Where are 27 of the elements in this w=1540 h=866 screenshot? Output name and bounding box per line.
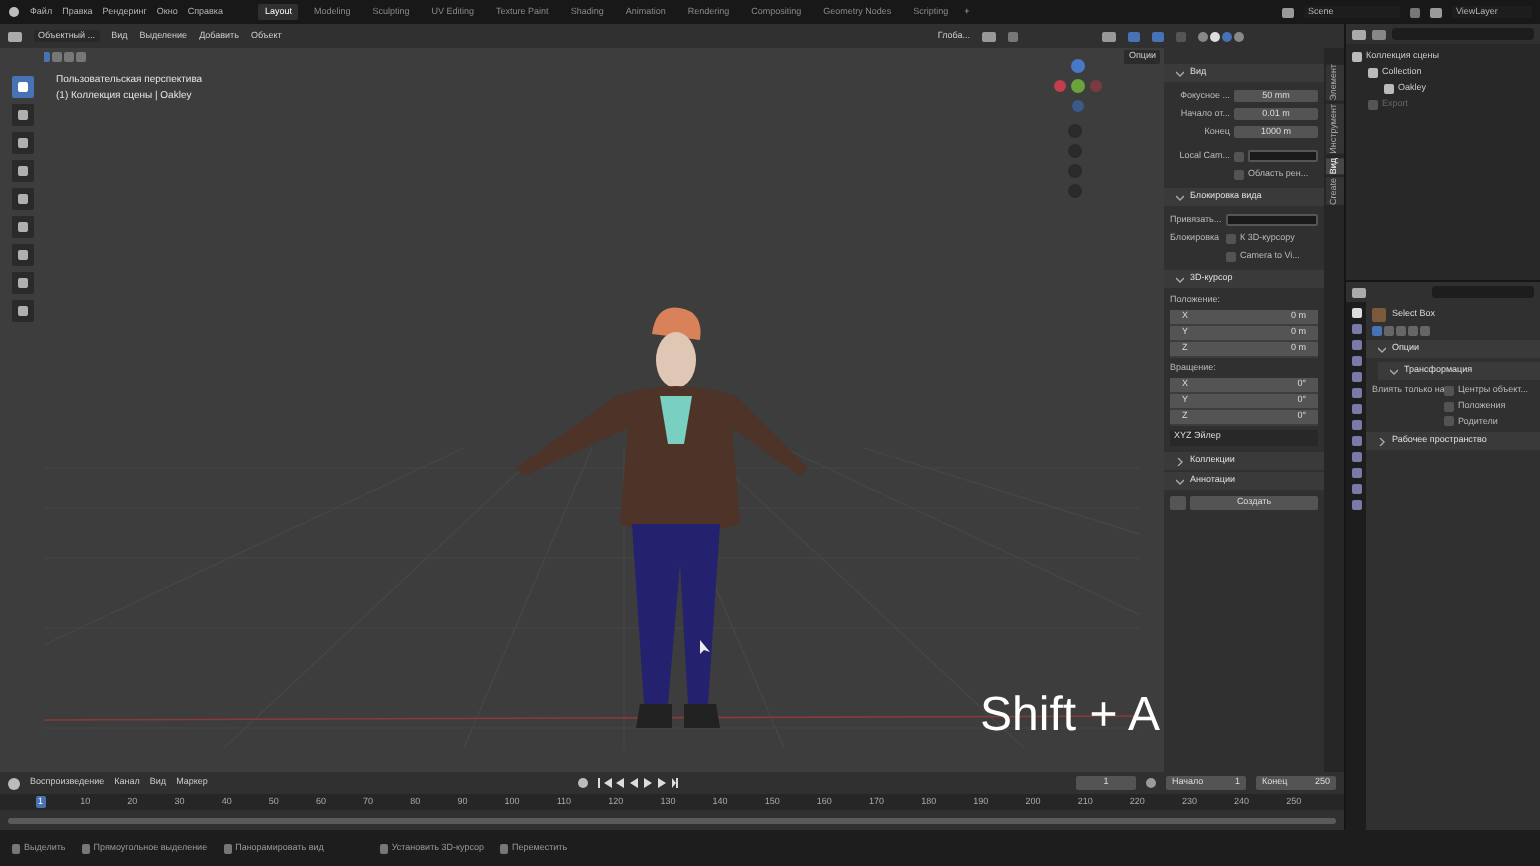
record-icon[interactable]	[577, 778, 588, 788]
checkbox[interactable]	[1444, 401, 1454, 412]
checkbox[interactable]	[1226, 233, 1236, 243]
checkbox[interactable]	[1226, 251, 1236, 261]
rendered-shading-icon[interactable]	[1234, 31, 1244, 41]
expand-chevron-icon[interactable]	[1176, 477, 1184, 485]
checkbox[interactable]	[1234, 151, 1244, 161]
playback-controls-icon[interactable]	[597, 778, 678, 788]
checkbox[interactable]	[1444, 385, 1454, 396]
expand-chevron-icon[interactable]	[1378, 345, 1386, 353]
checkbox[interactable]	[1234, 169, 1244, 179]
expand-chevron-icon[interactable]	[1176, 193, 1184, 201]
solid-shading-icon[interactable]	[1210, 31, 1220, 41]
keystroke-overlay-label: Shift + A	[980, 686, 1161, 746]
scrollbar[interactable]	[8, 817, 1336, 823]
wireframe-shading-icon[interactable]	[1198, 31, 1208, 41]
checkbox[interactable]	[1444, 416, 1454, 427]
app-logo-icon[interactable]	[8, 6, 20, 18]
expand-chevron-icon[interactable]	[1390, 367, 1398, 375]
object-field[interactable]	[1226, 214, 1318, 226]
mouse-pointer-icon	[700, 640, 712, 656]
expand-chevron-icon[interactable]	[1176, 275, 1184, 283]
collapse-chevron-icon[interactable]	[1176, 457, 1184, 465]
collapse-chevron-icon[interactable]	[1378, 437, 1386, 446]
navigation-gizmo-icon[interactable]	[1048, 56, 1108, 116]
expand-chevron-icon[interactable]	[1176, 69, 1184, 77]
camera-field[interactable]	[1248, 150, 1318, 162]
